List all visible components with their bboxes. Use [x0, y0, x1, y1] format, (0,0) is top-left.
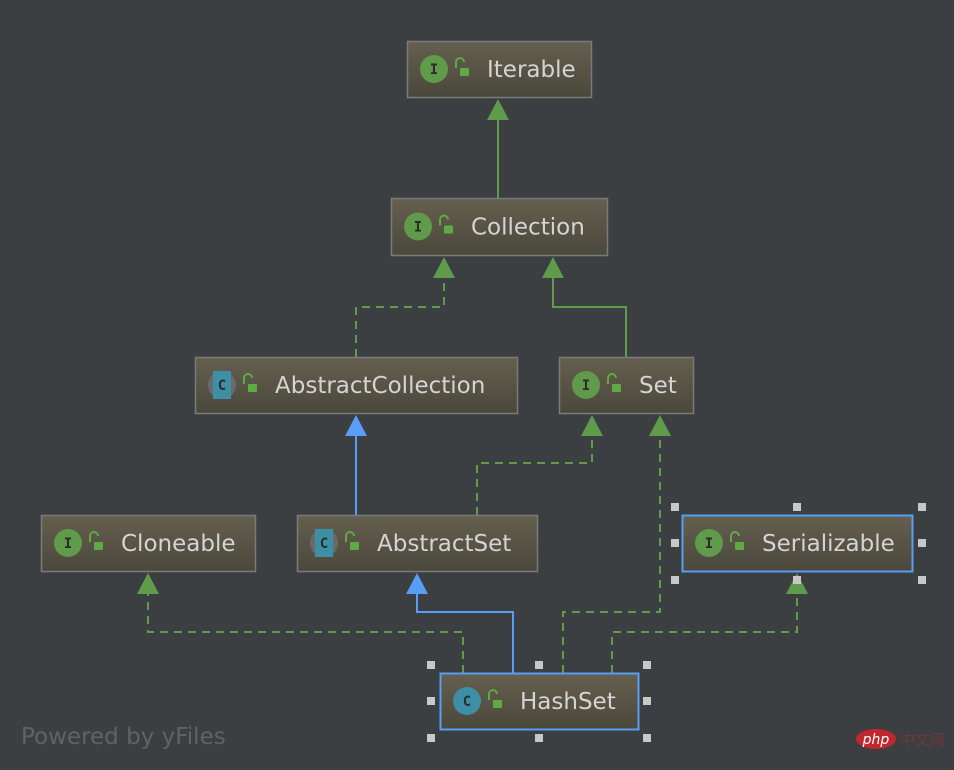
interface-badge-icon: I [572, 371, 600, 399]
resize-handle-serializable[interactable] [671, 539, 679, 547]
svg-text:I: I [705, 536, 713, 552]
node-label: AbstractSet [377, 531, 511, 557]
node-iterable[interactable]: I Iterable [406, 40, 593, 99]
svg-text:I: I [414, 220, 422, 236]
resize-handle-hashset[interactable] [427, 734, 435, 742]
class-badge-icon: C [208, 371, 236, 399]
interface-badge-icon: I [404, 212, 432, 241]
arrowhead-icon [649, 415, 671, 436]
node-label: Iterable [487, 57, 576, 83]
node-label: AbstractCollection [275, 373, 485, 399]
svg-text:I: I [430, 62, 438, 78]
resize-handle-hashset[interactable] [643, 734, 651, 742]
resize-handle-hashset[interactable] [427, 697, 435, 705]
edge-collection-to-iterable[interactable] [487, 99, 509, 198]
interface-badge-icon: I [54, 529, 82, 557]
class-badge-icon: C [453, 687, 481, 715]
resize-handle-serializable[interactable] [918, 503, 926, 511]
edge-abstractcollection-to-collection[interactable] [355, 257, 455, 357]
resize-handle-serializable[interactable] [793, 576, 801, 584]
powered-by-footer: Powered by yFiles [21, 724, 226, 750]
node-set[interactable]: I Set [558, 356, 695, 415]
node-label: HashSet [520, 689, 616, 715]
arrowhead-icon [345, 415, 367, 436]
svg-text:php: php [862, 732, 890, 748]
svg-text:C: C [218, 378, 226, 394]
resize-handle-serializable[interactable] [918, 576, 926, 584]
resize-handle-serializable[interactable] [671, 576, 679, 584]
resize-handle-hashset[interactable] [535, 661, 543, 669]
watermark-text: 中文网 [900, 731, 946, 749]
node-abstractcollection[interactable]: C AbstractCollection [194, 356, 519, 415]
arrowhead-icon [406, 573, 428, 594]
edge-hashset-to-serializable[interactable] [611, 573, 808, 673]
resize-handle-serializable[interactable] [918, 539, 926, 547]
arrowhead-icon [433, 257, 455, 278]
uml-diagram: I Iterable I Collection C AbstractCollection I… [40, 40, 926, 742]
resize-handle-serializable[interactable] [793, 503, 801, 511]
resize-handle-hashset[interactable] [427, 661, 435, 669]
node-label: Collection [471, 215, 585, 241]
php-logo-watermark: php [856, 729, 896, 749]
svg-text:I: I [64, 536, 72, 552]
node-label: Serializable [762, 531, 895, 557]
svg-text:I: I [582, 378, 590, 394]
interface-badge-icon: I [420, 55, 448, 83]
resize-handle-hashset[interactable] [535, 734, 543, 742]
node-hashset[interactable]: C HashSet [439, 672, 640, 731]
edge-abstractset-to-set[interactable] [476, 415, 603, 515]
edge-hashset-to-abstractset[interactable] [406, 573, 514, 673]
arrowhead-icon [542, 257, 564, 278]
edge-hashset-to-set[interactable] [562, 415, 671, 673]
resize-handle-hashset[interactable] [643, 697, 651, 705]
node-label: Set [639, 373, 677, 399]
edge-set-to-collection[interactable] [542, 257, 627, 357]
node-serializable[interactable]: I Serializable [681, 514, 914, 573]
resize-handle-hashset[interactable] [643, 661, 651, 669]
node-label: Cloneable [121, 531, 235, 557]
svg-text:C: C [463, 694, 471, 710]
arrowhead-icon [137, 573, 159, 594]
arrowhead-icon [581, 415, 603, 436]
edge-abstractset-to-abstractcollection[interactable] [345, 415, 367, 515]
node-collection[interactable]: I Collection [390, 197, 609, 257]
svg-text:C: C [320, 536, 328, 552]
arrowhead-icon [487, 99, 509, 120]
interface-badge-icon: I [695, 529, 723, 557]
node-abstractset[interactable]: C AbstractSet [296, 514, 539, 573]
class-badge-icon: C [310, 529, 338, 557]
resize-handle-serializable[interactable] [671, 503, 679, 511]
node-cloneable[interactable]: I Cloneable [40, 514, 257, 573]
